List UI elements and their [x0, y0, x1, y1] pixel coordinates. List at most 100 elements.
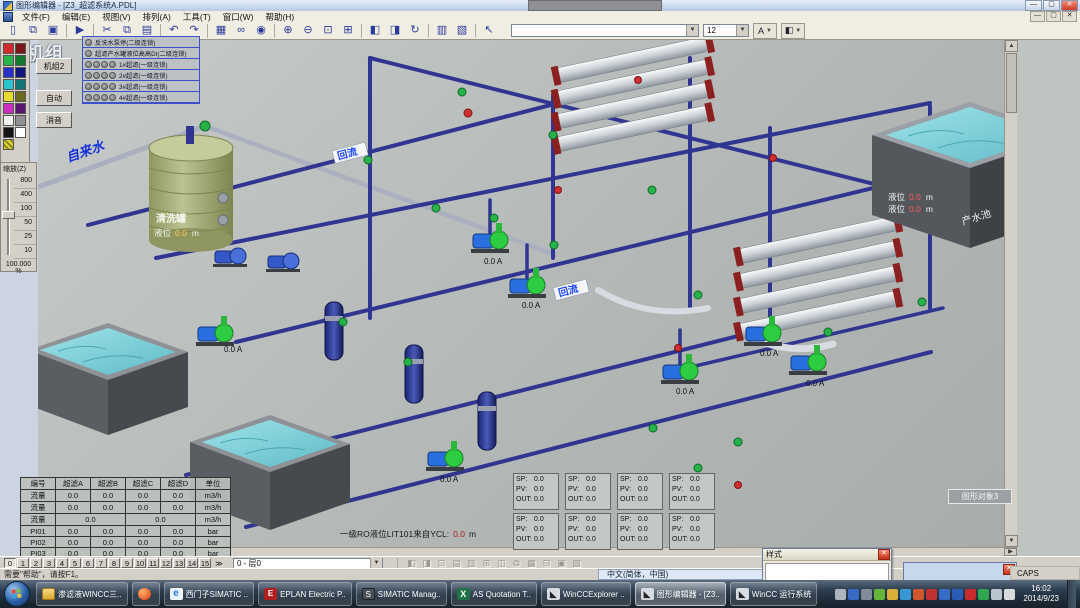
layer-tab-2[interactable]: 2	[30, 558, 42, 568]
layer-more-button[interactable]: ≫	[211, 559, 227, 568]
tray-icon[interactable]	[848, 589, 859, 600]
chevron-down-icon[interactable]: ▼	[370, 558, 382, 569]
pid-box[interactable]: SP:0.0PV:0.0OUT:0.0	[565, 513, 611, 550]
layer-tab-14[interactable]: 14	[186, 558, 198, 568]
zoom-window-icon[interactable]: ⊡	[319, 22, 337, 39]
zoom-in-icon[interactable]: ⊕	[279, 22, 297, 39]
palette-color[interactable]	[15, 55, 26, 66]
taskbar-app-excel[interactable]: AS Quotation T..	[451, 582, 537, 606]
tray-icon[interactable]	[1004, 589, 1015, 600]
font-size-combo[interactable]: 12 ▼	[703, 24, 749, 37]
tray-icon[interactable]	[939, 589, 950, 600]
tray-icon[interactable]	[874, 589, 885, 600]
scroll-up-icon[interactable]: ▲	[1005, 40, 1018, 52]
pump[interactable]	[196, 316, 234, 346]
zoom-slider[interactable]	[1, 175, 13, 259]
close-icon[interactable]: ✕	[878, 549, 890, 560]
palette-color[interactable]	[15, 43, 26, 54]
tray-icon[interactable]	[991, 589, 1002, 600]
pid-box[interactable]: SP:0.0PV:0.0OUT:0.0	[565, 473, 611, 510]
palette-color[interactable]	[3, 43, 14, 54]
layer-tab-6[interactable]: 6	[82, 558, 94, 568]
palette-color[interactable]	[15, 127, 26, 138]
link-icon[interactable]: ∞	[232, 22, 250, 39]
pid-box[interactable]: SP:0.0PV:0.0OUT:0.0	[513, 513, 559, 550]
zoom-tick[interactable]: 25	[14, 231, 36, 245]
layer-tab-1[interactable]: 1	[17, 558, 29, 568]
taskbar-app-media-player[interactable]	[132, 582, 160, 606]
layer-tab-8[interactable]: 8	[108, 558, 120, 568]
ime-language-bar[interactable]: 中文(简体，中国)	[598, 569, 766, 580]
layer-tab-4[interactable]: 4	[56, 558, 68, 568]
taskbar-app-wincc[interactable]: WinCCExplorer ..	[541, 582, 631, 606]
tray-icon[interactable]	[965, 589, 976, 600]
mdi-close-button[interactable]: ✕	[1062, 11, 1077, 22]
basin-1[interactable]	[38, 323, 188, 435]
rotate-icon[interactable]: ↻	[406, 22, 424, 39]
menu-item[interactable]: 排列(A)	[137, 11, 177, 23]
drawing-canvas[interactable]: 液位0.0m 液位0.0m 产水池 清洗罐 液位0.0m	[38, 40, 1004, 547]
zoom-tick[interactable]: 10	[14, 245, 36, 259]
tray-icon[interactable]	[952, 589, 963, 600]
tray-icon[interactable]	[861, 589, 872, 600]
close-button[interactable]: ✕	[1061, 0, 1078, 11]
menu-item[interactable]: 帮助(H)	[259, 11, 300, 23]
slider-thumb[interactable]	[2, 211, 15, 219]
start-button[interactable]	[4, 581, 30, 607]
palette-color[interactable]	[3, 103, 14, 114]
zoom-fit-icon[interactable]: ⊞	[339, 22, 357, 39]
palette-color[interactable]	[3, 115, 14, 126]
flip-vertical-icon[interactable]: ◨	[386, 22, 404, 39]
fill-color-button[interactable]: ◧▼	[781, 23, 805, 39]
palette-color[interactable]	[3, 55, 14, 66]
alarm-row[interactable]: 反洗水泵停(二级连锁)	[83, 37, 199, 48]
properties-icon[interactable]: ◉	[252, 22, 270, 39]
layer-tab-11[interactable]: 11	[147, 558, 159, 568]
scrollbar-thumb[interactable]	[1006, 53, 1017, 113]
palette-color[interactable]	[15, 103, 26, 114]
vertical-scrollbar[interactable]: ▲ ▼	[1004, 40, 1017, 547]
layer-tab-5[interactable]: 5	[69, 558, 81, 568]
tray-icon[interactable]	[926, 589, 937, 600]
alarm-row[interactable]: 4#超滤(一级连锁)	[83, 92, 199, 103]
layer-tab-12[interactable]: 12	[160, 558, 172, 568]
filter-vessels[interactable]	[325, 302, 496, 450]
new-icon[interactable]: ▯	[4, 22, 22, 39]
zoom-tick[interactable]: 800	[14, 175, 36, 189]
taskbar-app-simatic[interactable]: SIMATIC Manag..	[356, 582, 447, 606]
open-icon[interactable]: ⧉	[24, 22, 42, 39]
layer-tab-9[interactable]: 9	[121, 558, 133, 568]
layer-tab-0[interactable]: 0	[4, 558, 16, 568]
layer-tab-7[interactable]: 7	[95, 558, 107, 568]
maximize-button[interactable]: ▢	[1043, 0, 1060, 11]
save-icon[interactable]: ▣	[44, 22, 62, 39]
alarm-row[interactable]: 1#超滤(一级连锁)	[83, 59, 199, 70]
tray-icon[interactable]	[835, 589, 846, 600]
menu-item[interactable]: 视图(V)	[96, 11, 136, 23]
pid-box[interactable]: SP:0.0PV:0.0OUT:0.0	[513, 473, 559, 510]
palette-color[interactable]	[3, 127, 14, 138]
taskbar-app-internet-explorer[interactable]: 西门子SIMATIC ..	[164, 582, 255, 606]
tray-icon[interactable]	[887, 589, 898, 600]
taskbar-app-eplan[interactable]: EPLAN Electric P..	[258, 582, 352, 606]
print-icon[interactable]: ▦	[212, 22, 230, 39]
pid-box[interactable]: SP:0.0PV:0.0OUT:0.0	[669, 473, 715, 510]
mdi-minimize-button[interactable]: —	[1030, 11, 1045, 22]
transparent-color-swatch[interactable]	[3, 139, 14, 150]
taskbar-clock[interactable]: 16:02 2014/9/23	[1017, 584, 1065, 604]
palette-color[interactable]	[3, 91, 14, 102]
taskbar-app-wincc[interactable]: WinCC 运行系统	[730, 582, 818, 606]
mdi-restore-button[interactable]: ▢	[1046, 11, 1061, 22]
taskbar-app-folder[interactable]: 渗滤液WINCC三..	[36, 582, 128, 606]
unit-button-mute[interactable]: 消音	[36, 112, 72, 128]
show-desktop-button[interactable]	[1067, 580, 1076, 608]
chevron-down-icon[interactable]: ▼	[736, 25, 748, 36]
filter-vessel[interactable]	[325, 302, 343, 360]
style-window-titlebar[interactable]: 样式 ✕	[763, 549, 891, 561]
palette-color[interactable]	[15, 67, 26, 78]
document-icon[interactable]	[3, 12, 13, 22]
tray-icon[interactable]	[900, 589, 911, 600]
layer-select[interactable]: 0 - 层0 ▼	[233, 558, 383, 569]
pump[interactable]	[213, 248, 247, 267]
menu-item[interactable]: 窗口(W)	[217, 11, 260, 23]
